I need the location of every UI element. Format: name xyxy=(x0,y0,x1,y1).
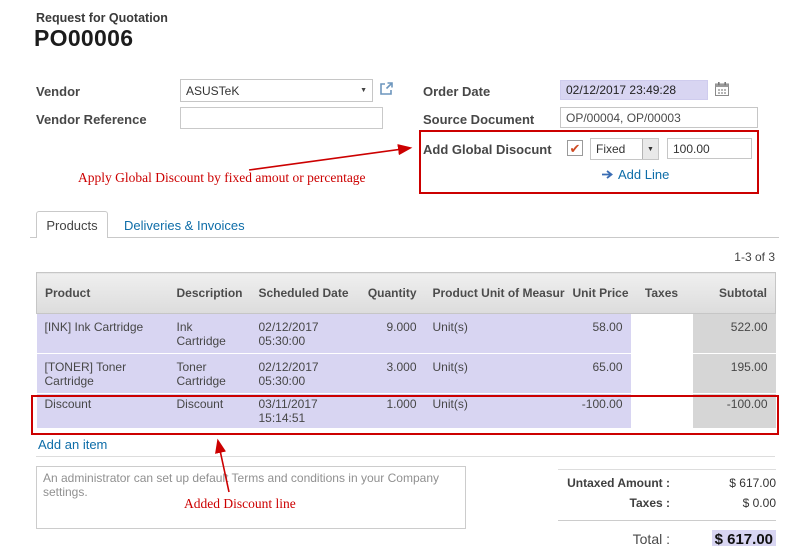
terms-hint-text: An administrator can set up default Term… xyxy=(43,471,439,499)
vendor-label: Vendor xyxy=(36,84,80,99)
vendor-select[interactable]: ASUSTeK ▼ xyxy=(180,79,373,102)
cell-subtotal[interactable]: -100.00 xyxy=(693,394,776,429)
rfq-page: Request for Quotation PO00006 Vendor ASU… xyxy=(0,0,810,546)
terms-notes-area[interactable]: An administrator can set up default Term… xyxy=(36,466,466,529)
table-row-ink[interactable]: [INK] Ink Cartridge Ink Cartridge 02/12/… xyxy=(37,314,776,354)
cell-uom[interactable]: Unit(s) xyxy=(425,354,565,394)
cell-scheduled-date[interactable]: 02/12/2017 05:30:00 xyxy=(251,314,355,354)
add-line-label: Add Line xyxy=(618,167,669,182)
source-document-label: Source Document xyxy=(423,112,534,127)
tab-bar-divider xyxy=(30,237,779,238)
cell-subtotal[interactable]: 522.00 xyxy=(693,314,776,354)
cell-unit-price[interactable]: 65.00 xyxy=(565,354,631,394)
untaxed-amount-label: Untaxed Amount : xyxy=(558,476,680,490)
col-product[interactable]: Product xyxy=(37,273,169,314)
untaxed-amount-row: Untaxed Amount : $ 617.00 xyxy=(558,476,776,496)
cell-product[interactable]: [TONER] Toner Cartridge xyxy=(37,354,169,394)
order-date-input[interactable]: 02/12/2017 23:49:28 xyxy=(560,80,708,100)
vendor-reference-label: Vendor Reference xyxy=(36,112,147,127)
total-row: Total : $ 617.00 xyxy=(558,526,776,546)
col-scheduled-date[interactable]: Scheduled Date xyxy=(251,273,355,314)
cell-product[interactable]: Discount xyxy=(37,394,169,429)
taxes-value: $ 0.00 xyxy=(680,496,776,510)
taxes-label: Taxes : xyxy=(558,496,680,510)
cell-unit-price[interactable]: -100.00 xyxy=(565,394,631,429)
cell-description[interactable]: Toner Cartridge xyxy=(169,354,251,394)
vendor-value: ASUSTeK xyxy=(186,84,239,98)
external-link-icon[interactable] xyxy=(379,81,394,101)
table-row-discount[interactable]: Discount Discount 03/11/2017 15:14:51 1.… xyxy=(37,394,776,429)
add-an-item-link[interactable]: Add an item xyxy=(38,437,107,452)
tab-products-label: Products xyxy=(46,218,97,233)
col-uom[interactable]: Product Unit of Measure xyxy=(425,273,565,314)
total-label: Total : xyxy=(558,531,680,546)
page-title: PO00006 xyxy=(34,25,133,52)
order-date-label: Order Date xyxy=(423,84,490,99)
calendar-icon[interactable] xyxy=(714,81,730,102)
total-value: $ 617.00 xyxy=(712,530,776,546)
doc-type-label: Request for Quotation xyxy=(36,11,168,25)
discount-type-select[interactable]: Fixed ▼ xyxy=(590,138,659,160)
order-lines-table: Product Description Scheduled Date Quant… xyxy=(36,272,776,429)
cell-subtotal[interactable]: 195.00 xyxy=(693,354,776,394)
arrow-right-icon xyxy=(601,169,614,180)
cell-taxes[interactable] xyxy=(631,394,693,429)
annotation-arrow-discount xyxy=(249,148,410,170)
cell-scheduled-date[interactable]: 02/12/2017 05:30:00 xyxy=(251,354,355,394)
vendor-reference-input[interactable] xyxy=(180,107,383,129)
cell-quantity[interactable]: 3.000 xyxy=(355,354,425,394)
discount-amount-value: 100.00 xyxy=(673,142,710,156)
cell-unit-price[interactable]: 58.00 xyxy=(565,314,631,354)
tab-products[interactable]: Products xyxy=(36,211,108,238)
col-unit-price[interactable]: Unit Price xyxy=(565,273,631,314)
col-quantity[interactable]: Quantity xyxy=(355,273,425,314)
total-value-wrap: $ 617.00 xyxy=(680,531,776,546)
annotation-note-discount: Apply Global Discount by fixed amout or … xyxy=(78,170,366,186)
taxes-row: Taxes : $ 0.00 xyxy=(558,496,776,516)
cell-quantity[interactable]: 1.000 xyxy=(355,394,425,429)
cell-uom[interactable]: Unit(s) xyxy=(425,394,565,429)
source-document-value: OP/00004, OP/00003 xyxy=(566,111,681,125)
chevron-down-icon[interactable]: ▼ xyxy=(642,139,658,159)
untaxed-amount-value: $ 617.00 xyxy=(680,476,776,490)
totals-divider xyxy=(558,520,776,521)
cell-product[interactable]: [INK] Ink Cartridge xyxy=(37,314,169,354)
table-row-toner[interactable]: [TONER] Toner Cartridge Toner Cartridge … xyxy=(37,354,776,394)
col-taxes[interactable]: Taxes xyxy=(631,273,693,314)
source-document-input[interactable]: OP/00004, OP/00003 xyxy=(560,107,758,128)
col-subtotal[interactable]: Subtotal xyxy=(693,273,776,314)
discount-type-value: Fixed xyxy=(596,142,625,156)
cell-description[interactable]: Discount xyxy=(169,394,251,429)
cell-quantity[interactable]: 9.000 xyxy=(355,314,425,354)
totals-block: Untaxed Amount : $ 617.00 Taxes : $ 0.00… xyxy=(558,469,776,546)
cell-uom[interactable]: Unit(s) xyxy=(425,314,565,354)
discount-amount-input[interactable]: 100.00 xyxy=(667,138,752,159)
checkmark-icon: ✔ xyxy=(570,142,581,155)
cell-taxes[interactable] xyxy=(631,354,693,394)
pager-status: 1-3 of 3 xyxy=(680,250,775,264)
add-item-row: Add an item xyxy=(36,433,775,457)
cell-scheduled-date[interactable]: 03/11/2017 15:14:51 xyxy=(251,394,355,429)
cell-description[interactable]: Ink Cartridge xyxy=(169,314,251,354)
table-header-row: Product Description Scheduled Date Quant… xyxy=(37,273,776,314)
cell-taxes[interactable] xyxy=(631,314,693,354)
col-description[interactable]: Description xyxy=(169,273,251,314)
add-global-discount-label: Add Global Disocunt xyxy=(423,142,552,157)
add-line-link[interactable]: Add Line xyxy=(601,167,669,182)
global-discount-checkbox[interactable]: ✔ xyxy=(567,140,583,156)
tab-deliveries-invoices[interactable]: Deliveries & Invoices xyxy=(124,218,245,233)
chevron-down-icon[interactable]: ▼ xyxy=(360,87,367,94)
order-date-value: 02/12/2017 23:49:28 xyxy=(566,83,676,97)
